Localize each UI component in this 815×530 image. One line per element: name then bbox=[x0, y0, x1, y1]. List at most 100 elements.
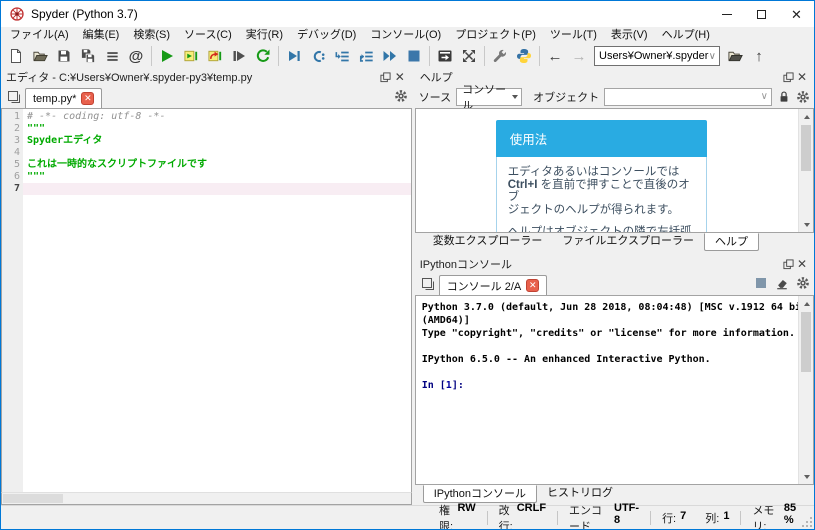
open-dir-icon bbox=[727, 51, 743, 62]
tab-file-explorer[interactable]: ファイルエクスプローラー bbox=[552, 233, 704, 251]
tab-close-icon[interactable]: ✕ bbox=[81, 92, 95, 105]
menu-source[interactable]: ソース(C) bbox=[177, 27, 239, 43]
clear-console-button[interactable] bbox=[775, 276, 789, 290]
ipython-console[interactable]: Python 3.7.0 (default, Jun 28 2018, 08:0… bbox=[414, 295, 814, 485]
editor-browse-tabs-button[interactable] bbox=[3, 87, 25, 107]
chevron-down-icon: ∨ bbox=[708, 50, 716, 62]
help-source-combo[interactable]: コンソール bbox=[456, 84, 523, 112]
titlebar[interactable]: Spyder (Python 3.7) ✕ bbox=[1, 1, 814, 27]
menu-debug[interactable]: デバッグ(D) bbox=[290, 27, 363, 43]
menu-console[interactable]: コンソール(O) bbox=[363, 27, 448, 43]
close-window-button[interactable]: ✕ bbox=[779, 1, 814, 27]
spyder-logo-icon bbox=[9, 6, 25, 22]
editor-options-button[interactable] bbox=[394, 89, 408, 103]
file-switcher-icon bbox=[106, 51, 118, 61]
menu-help[interactable]: ヘルプ(H) bbox=[655, 27, 717, 43]
preferences-button[interactable] bbox=[488, 45, 512, 67]
code-line: """ bbox=[27, 171, 46, 182]
parent-directory-button[interactable]: ↑ bbox=[747, 45, 771, 67]
forward-button[interactable]: → bbox=[567, 45, 591, 67]
help-scrollbar[interactable] bbox=[798, 109, 813, 232]
continue-button[interactable] bbox=[378, 45, 402, 67]
menu-tools[interactable]: ツール(T) bbox=[543, 27, 604, 43]
tab-variable-explorer[interactable]: 変数エクスプローラー bbox=[423, 233, 553, 251]
help-bottom-tabs: 変数エクスプローラー ファイルエクスプローラー ヘルプ bbox=[414, 233, 814, 253]
help-options-button[interactable] bbox=[796, 90, 810, 104]
symbol-finder-button[interactable]: @ bbox=[124, 45, 148, 67]
open-file-icon bbox=[32, 51, 48, 62]
editor-horizontal-scrollbar[interactable] bbox=[1, 492, 412, 505]
help-content[interactable]: 使用法 エディタあるいはコンソールでは Ctrl+I を直前で押すことで直後のオ… bbox=[414, 108, 814, 233]
line-number: 4 bbox=[13, 147, 20, 158]
console-options-button[interactable] bbox=[796, 276, 810, 290]
tab-history-log[interactable]: ヒストリログ bbox=[537, 485, 623, 503]
tab-help[interactable]: ヘルプ bbox=[704, 233, 760, 251]
console-undock-button[interactable] bbox=[781, 257, 795, 271]
minimize-button[interactable] bbox=[709, 1, 744, 27]
save-all-button[interactable] bbox=[76, 45, 100, 67]
scroll-up-icon[interactable] bbox=[799, 296, 813, 311]
scroll-down-icon[interactable] bbox=[799, 469, 813, 484]
help-object-combo[interactable]: ∨ bbox=[604, 87, 772, 106]
run-button[interactable] bbox=[155, 45, 179, 67]
editor-tab-temp-py[interactable]: temp.py* ✕ bbox=[25, 88, 103, 108]
step-return-button[interactable] bbox=[354, 45, 378, 67]
scroll-up-icon[interactable] bbox=[799, 109, 813, 124]
resize-grip[interactable] bbox=[802, 517, 812, 527]
stop-debug-button[interactable] bbox=[402, 45, 426, 67]
new-file-button[interactable] bbox=[4, 45, 28, 67]
scroll-down-icon[interactable] bbox=[799, 217, 813, 232]
code-editor[interactable]: 1 2 3 4 5 6 7 # -*- coding: utf-8 -*- ""… bbox=[1, 108, 412, 492]
scrollbar-thumb[interactable] bbox=[3, 494, 63, 503]
maximize-button[interactable] bbox=[744, 1, 779, 27]
continue-icon bbox=[383, 51, 396, 61]
line-number-gutter: 1 2 3 4 5 6 7 bbox=[2, 109, 23, 492]
help-close-button[interactable]: ✕ bbox=[795, 70, 809, 84]
console-scrollbar[interactable] bbox=[798, 296, 813, 484]
debug-file-button[interactable] bbox=[282, 45, 306, 67]
help-lock-button[interactable] bbox=[777, 90, 791, 104]
menu-run[interactable]: 実行(R) bbox=[239, 27, 290, 43]
help-undock-button[interactable] bbox=[781, 70, 795, 84]
console-line: Type "copyright", "credits" or "license"… bbox=[421, 328, 795, 339]
python-path-button[interactable] bbox=[512, 45, 536, 67]
chevron-down-icon: ∨ bbox=[760, 91, 768, 102]
run-cell-button[interactable] bbox=[179, 45, 203, 67]
editor-undock-button[interactable] bbox=[379, 70, 393, 84]
working-directory-combo[interactable]: Users¥Owner¥.spyder-py3 ∨ bbox=[594, 46, 720, 66]
menu-project[interactable]: プロジェクト(P) bbox=[448, 27, 543, 43]
tab-ipython-console[interactable]: IPythonコンソール bbox=[422, 485, 537, 503]
console-tab[interactable]: コンソール 2/A ✕ bbox=[438, 275, 548, 295]
menu-view[interactable]: 表示(V) bbox=[604, 27, 655, 43]
file-switcher-button[interactable] bbox=[100, 45, 124, 67]
rerun-cell-button[interactable] bbox=[227, 45, 251, 67]
fullscreen-button[interactable] bbox=[457, 45, 481, 67]
tab-close-icon[interactable]: ✕ bbox=[526, 279, 540, 292]
console-close-button[interactable]: ✕ bbox=[795, 257, 809, 271]
step-over-button[interactable] bbox=[306, 45, 330, 67]
open-working-directory-button[interactable] bbox=[723, 45, 747, 67]
menu-edit[interactable]: 編集(E) bbox=[76, 27, 127, 43]
scrollbar-thumb[interactable] bbox=[801, 125, 811, 171]
run-selection-button[interactable] bbox=[251, 45, 275, 67]
line-number: 5 bbox=[13, 159, 20, 170]
close-icon: ✕ bbox=[791, 6, 802, 22]
usage-text-line: Ctrl+I を直前で押すことで直後のオブ bbox=[507, 178, 690, 204]
working-directory-value: Users¥Owner¥.spyder-py3 bbox=[599, 50, 709, 62]
open-file-button[interactable] bbox=[28, 45, 52, 67]
maximize-pane-button[interactable] bbox=[433, 45, 457, 67]
back-button[interactable]: ← bbox=[543, 45, 567, 67]
editor-panel-title: エディタ - C:¥Users¥Owner¥.spyder-py3¥temp.p… bbox=[6, 72, 253, 84]
debug-file-icon bbox=[289, 51, 300, 61]
editor-close-button[interactable]: ✕ bbox=[393, 70, 407, 84]
run-cell-advance-button[interactable] bbox=[203, 45, 227, 67]
save-button[interactable] bbox=[52, 45, 76, 67]
console-browse-tabs-button[interactable] bbox=[417, 274, 439, 294]
scrollbar-thumb[interactable] bbox=[801, 312, 811, 372]
menu-file[interactable]: ファイル(A) bbox=[3, 27, 76, 43]
help-source-label: ソース bbox=[418, 91, 452, 104]
menu-search[interactable]: 検索(S) bbox=[126, 27, 177, 43]
step-into-button[interactable] bbox=[330, 45, 354, 67]
interrupt-kernel-button[interactable] bbox=[754, 276, 768, 290]
parent-dir-icon: ↑ bbox=[755, 47, 763, 65]
